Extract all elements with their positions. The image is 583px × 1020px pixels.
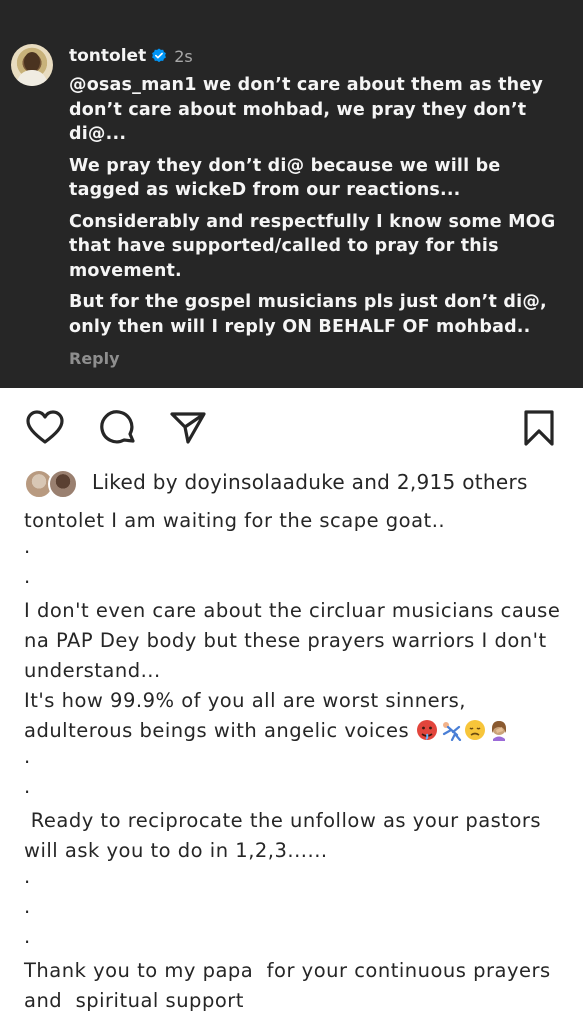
caption-line: Ready to reciprocate the unfollow as you… <box>24 809 542 832</box>
woman-facepalming-emoji <box>488 719 510 741</box>
verified-badge-icon <box>151 48 167 64</box>
comment-header: tontolet 2s <box>69 45 193 67</box>
reply-button[interactable]: Reply <box>69 349 120 368</box>
likes-count-text[interactable]: Liked by doyinsolaaduke and 2,915 others <box>92 470 528 494</box>
avatar-face <box>24 52 40 72</box>
avatar[interactable] <box>11 44 53 86</box>
person-cartwheeling-emoji <box>440 719 462 742</box>
hot-face-emoji <box>416 719 438 741</box>
caption-line: Thank you to my papa for your continuous… <box>24 959 551 982</box>
caption-line: and spiritual support <box>24 989 244 1012</box>
caption-line: understand... <box>24 659 161 682</box>
caption-line: I don't even care about the circluar mus… <box>24 599 561 622</box>
send-icon[interactable] <box>168 408 208 448</box>
comment-paragraph: Considerably and respectfully I know som… <box>69 211 556 281</box>
caption-dot: . <box>24 775 31 798</box>
caption-line-with-emoji: adulterous beings with angelic voices <box>24 716 574 746</box>
bookmark-icon[interactable] <box>519 408 559 448</box>
caption-line: na PAP Dey body but these prayers warrio… <box>24 629 547 652</box>
caption-line: will ask you to do in 1,2,3...... <box>24 839 328 862</box>
caption-dot: . <box>24 745 31 768</box>
comment-icon[interactable] <box>98 408 138 448</box>
comment-username[interactable]: tontolet <box>69 46 146 66</box>
caption-line: tontolet I am waiting for the scape goat… <box>24 509 446 532</box>
caption-line-text: adulterous beings with angelic voices <box>24 719 410 742</box>
caption-dot: . <box>24 925 31 948</box>
liker-avatar <box>48 469 78 499</box>
comment-paragraph: @osas_man1 we don’t care about them as t… <box>69 75 544 144</box>
post-actions-bar <box>0 400 583 452</box>
disappointed-face-emoji <box>464 719 486 741</box>
comment-body: @osas_man1 we don’t care about them as t… <box>69 73 574 346</box>
avatar-cloth <box>17 70 47 86</box>
liker-avatars <box>24 467 80 499</box>
comment-card: tontolet 2s @osas_man1 we don’t care abo… <box>0 0 583 388</box>
caption-dot: . <box>24 895 31 918</box>
likes-row[interactable]: Liked by doyinsolaaduke and 2,915 others <box>24 466 528 499</box>
caption-dot: . <box>24 535 31 558</box>
comment-paragraph: We pray they don’t di@ because we will b… <box>69 155 501 201</box>
heart-icon[interactable] <box>25 408 65 448</box>
caption-dot: . <box>24 865 31 888</box>
caption-line: It's how 99.9% of you all are worst sinn… <box>24 689 467 712</box>
comment-paragraph: But for the gospel musicians pls just do… <box>69 292 547 337</box>
caption-dot: . <box>24 565 31 588</box>
post-caption: tontolet I am waiting for the scape goat… <box>24 506 574 1016</box>
comment-time: 2s <box>174 46 193 66</box>
